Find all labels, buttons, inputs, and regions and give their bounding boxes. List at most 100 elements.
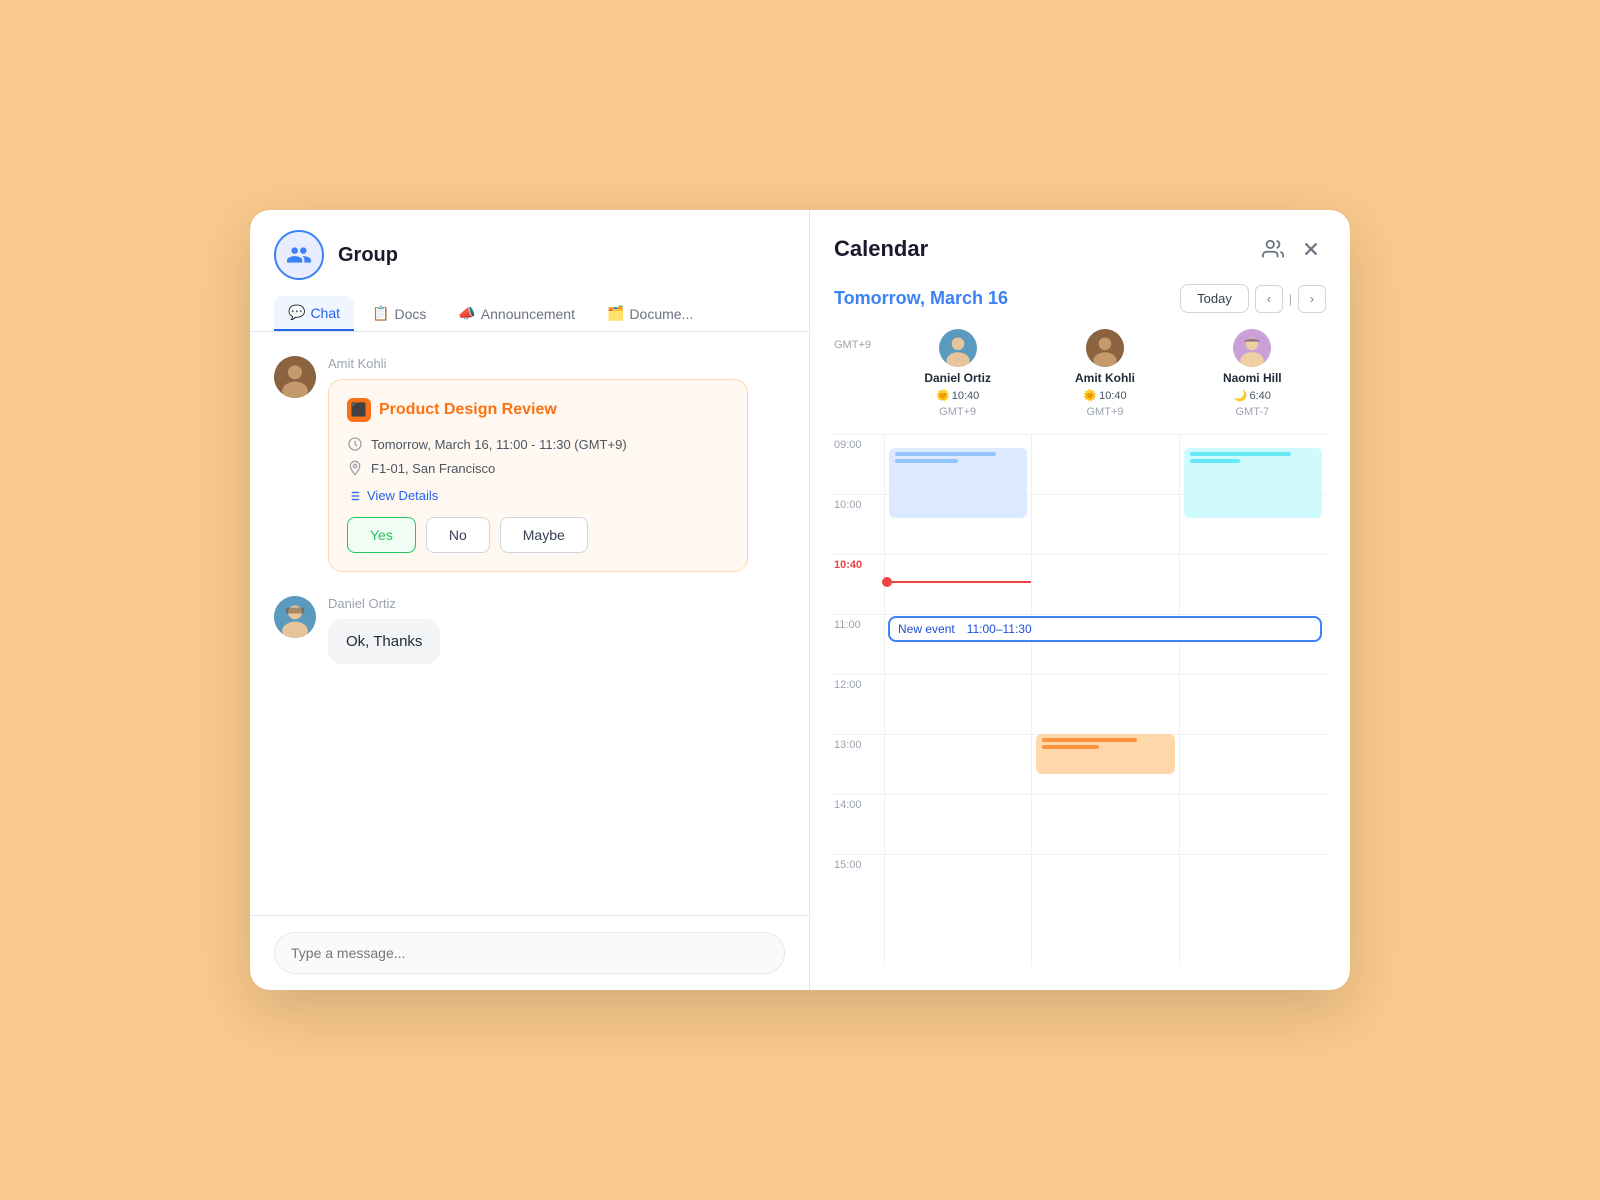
current-time-line-daniel — [885, 581, 1031, 583]
tab-chat[interactable]: 💬 Chat — [274, 296, 354, 331]
daniel-face — [274, 596, 316, 638]
event-datetime-text: Tomorrow, March 16, 11:00 - 11:30 (GMT+9… — [371, 437, 627, 452]
tab-announcement-label: Announcement — [481, 306, 575, 322]
tab-chat-label: Chat — [310, 305, 340, 321]
message-amit: Amit Kohli ⬛ Product Design Review Tomor… — [274, 356, 785, 572]
slot-1200: 12:00 — [834, 674, 884, 734]
current-time-label: 10:40 — [834, 559, 862, 571]
rsvp-row: Yes No Maybe — [347, 517, 729, 553]
amit-cal-name: Amit Kohli — [1075, 371, 1135, 385]
close-button[interactable] — [1296, 234, 1326, 264]
daniel-cal-face — [939, 329, 977, 367]
today-button[interactable]: Today — [1180, 284, 1249, 313]
prev-arrow[interactable]: ‹ — [1255, 285, 1283, 313]
avatar-amit — [274, 356, 316, 398]
new-event-overlay: New event 11:00–11:30 — [884, 616, 1326, 646]
naomi-cal-name: Naomi Hill — [1223, 371, 1282, 385]
time-column: 09:00 10:00 10:40 11:00 12:00 13:00 14:0… — [834, 434, 884, 966]
amit-time-value: 10:40 — [1099, 390, 1127, 402]
daniel-sender-name: Daniel Ortiz — [328, 596, 785, 611]
daniel-message-content: Daniel Ortiz Ok, Thanks — [328, 596, 785, 664]
event-bar-3 — [1042, 738, 1137, 742]
person-daniel: Daniel Ortiz 🌞 10:40 GMT+9 — [884, 329, 1031, 418]
event-title: Product Design Review — [379, 401, 557, 419]
location-icon — [347, 460, 363, 476]
person-amit: Amit Kohli 🌞 10:40 GMT+9 — [1031, 329, 1178, 418]
clock-icon — [347, 436, 363, 452]
amit-cal-time: 🌞 10:40 — [1083, 389, 1126, 402]
tz-label-gmt9: GMT+9 — [834, 329, 884, 418]
rsvp-maybe-button[interactable]: Maybe — [500, 517, 588, 553]
event-calendar-icon: ⬛ — [347, 398, 371, 422]
message-input[interactable] — [274, 932, 785, 974]
chat-icon: 💬 — [288, 304, 305, 321]
tab-documents[interactable]: 🗂️ Docume... — [593, 296, 707, 331]
new-event-block[interactable]: New event 11:00–11:30 — [888, 616, 1322, 642]
amit-cal-tz: GMT+9 — [1087, 406, 1124, 418]
amit-column — [1031, 434, 1178, 966]
calendar-actions — [1262, 234, 1326, 264]
right-panel: Calendar Tomorrow, March 16 Today ‹ | › — [810, 210, 1350, 990]
daniel-avatar — [939, 329, 977, 367]
date-label: Tomorrow, March 16 — [834, 288, 1008, 309]
nav-separator: | — [1289, 292, 1292, 306]
naomi-bar-2 — [1190, 459, 1241, 463]
group-avatar — [274, 230, 324, 280]
event-bar-4 — [1042, 745, 1099, 749]
event-location: F1-01, San Francisco — [347, 460, 729, 476]
people-calendar-icon[interactable] — [1262, 238, 1284, 260]
amit-event-1400 — [1036, 734, 1174, 774]
daniel-cal-name: Daniel Ortiz — [924, 371, 991, 385]
tab-announcement[interactable]: 📣 Announcement — [444, 296, 589, 331]
amit-face — [274, 356, 316, 398]
time-grid: 09:00 10:00 10:40 11:00 12:00 13:00 14:0… — [834, 434, 1326, 966]
view-details-link[interactable]: View Details — [347, 488, 729, 503]
tab-docs[interactable]: 📋 Docs — [358, 296, 440, 331]
calendar-title: Calendar — [834, 236, 928, 262]
daniel-event-1 — [889, 448, 1027, 518]
announcement-icon: 📣 — [458, 305, 475, 322]
naomi-column — [1179, 434, 1326, 966]
left-header: Group 💬 Chat 📋 Docs 📣 Announcement 🗂️ D — [250, 210, 809, 332]
calendar-grid: 09:00 10:00 10:40 11:00 12:00 13:00 14:0… — [834, 434, 1326, 966]
left-panel: Group 💬 Chat 📋 Docs 📣 Announcement 🗂️ D — [250, 210, 810, 990]
amit-sender-name: Amit Kohli — [328, 356, 785, 371]
amit-cal-avatar — [1086, 329, 1124, 367]
tab-documents-label: Docume... — [629, 306, 693, 322]
people-row: GMT+9 Daniel Ortiz 🌞 10:40 GMT+9 — [834, 329, 1326, 418]
docs-icon: 📋 — [372, 305, 389, 322]
daniel-slot-5 — [885, 734, 1031, 794]
message-input-wrap — [250, 915, 809, 990]
rsvp-no-button[interactable]: No — [426, 517, 490, 553]
tab-docs-label: Docs — [394, 306, 426, 322]
amit-cal-face — [1086, 329, 1124, 367]
amit-message-content: Amit Kohli ⬛ Product Design Review Tomor… — [328, 356, 785, 572]
group-title: Group — [338, 244, 398, 267]
daniel-slot-6 — [885, 794, 1031, 854]
person-naomi: Naomi Hill 🌙 6:40 GMT-7 — [1179, 329, 1326, 418]
chat-area: Amit Kohli ⬛ Product Design Review Tomor… — [250, 332, 809, 915]
next-arrow[interactable]: › — [1298, 285, 1326, 313]
daniel-time-emoji: 🌞 — [936, 389, 950, 402]
naomi-cal-avatar — [1233, 329, 1271, 367]
calendar-header: Calendar — [834, 234, 1326, 264]
naomi-cal-tz: GMT-7 — [1236, 406, 1270, 418]
people-icon — [286, 242, 312, 268]
naomi-cal-time: 🌙 6:40 — [1234, 389, 1271, 402]
daniel-slot-2 — [885, 554, 1031, 614]
event-location-text: F1-01, San Francisco — [371, 461, 495, 476]
close-icon — [1300, 238, 1322, 260]
slot-1300: 13:00 — [834, 734, 884, 794]
daniel-slot-4 — [885, 674, 1031, 734]
view-details-text: View Details — [367, 488, 438, 503]
event-card: ⬛ Product Design Review Tomorrow, March … — [328, 379, 748, 572]
daniel-slot-7 — [885, 854, 1031, 914]
list-icon — [347, 489, 361, 503]
naomi-bar-1 — [1190, 452, 1291, 456]
documents-icon: 🗂️ — [607, 305, 624, 322]
avatar-daniel — [274, 596, 316, 638]
message-daniel: Daniel Ortiz Ok, Thanks — [274, 596, 785, 664]
app-container: Group 💬 Chat 📋 Docs 📣 Announcement 🗂️ D — [250, 210, 1350, 990]
naomi-event-900 — [1184, 448, 1322, 518]
rsvp-yes-button[interactable]: Yes — [347, 517, 416, 553]
